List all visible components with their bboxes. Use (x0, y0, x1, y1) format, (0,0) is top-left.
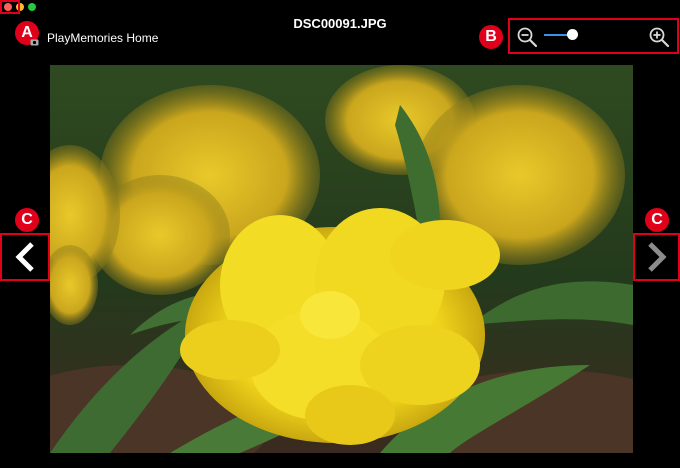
marker-c-left: C (15, 208, 39, 232)
next-photo-button[interactable] (633, 233, 680, 281)
camera-icon (30, 39, 39, 46)
maximize-window-button[interactable] (28, 3, 36, 11)
previous-photo-button[interactable] (0, 233, 50, 281)
flower-photo (50, 65, 633, 453)
zoom-out-icon[interactable] (516, 26, 538, 48)
app-name: PlayMemories Home (47, 31, 159, 45)
window-controls-highlight (0, 0, 20, 14)
zoom-slider-thumb[interactable] (566, 29, 578, 40)
marker-b: B (479, 25, 503, 49)
marker-c-right: C (645, 208, 669, 232)
zoom-in-icon[interactable] (648, 26, 670, 48)
chevron-right-icon (647, 242, 667, 272)
photo-view (50, 65, 633, 453)
chevron-left-icon (15, 242, 34, 272)
